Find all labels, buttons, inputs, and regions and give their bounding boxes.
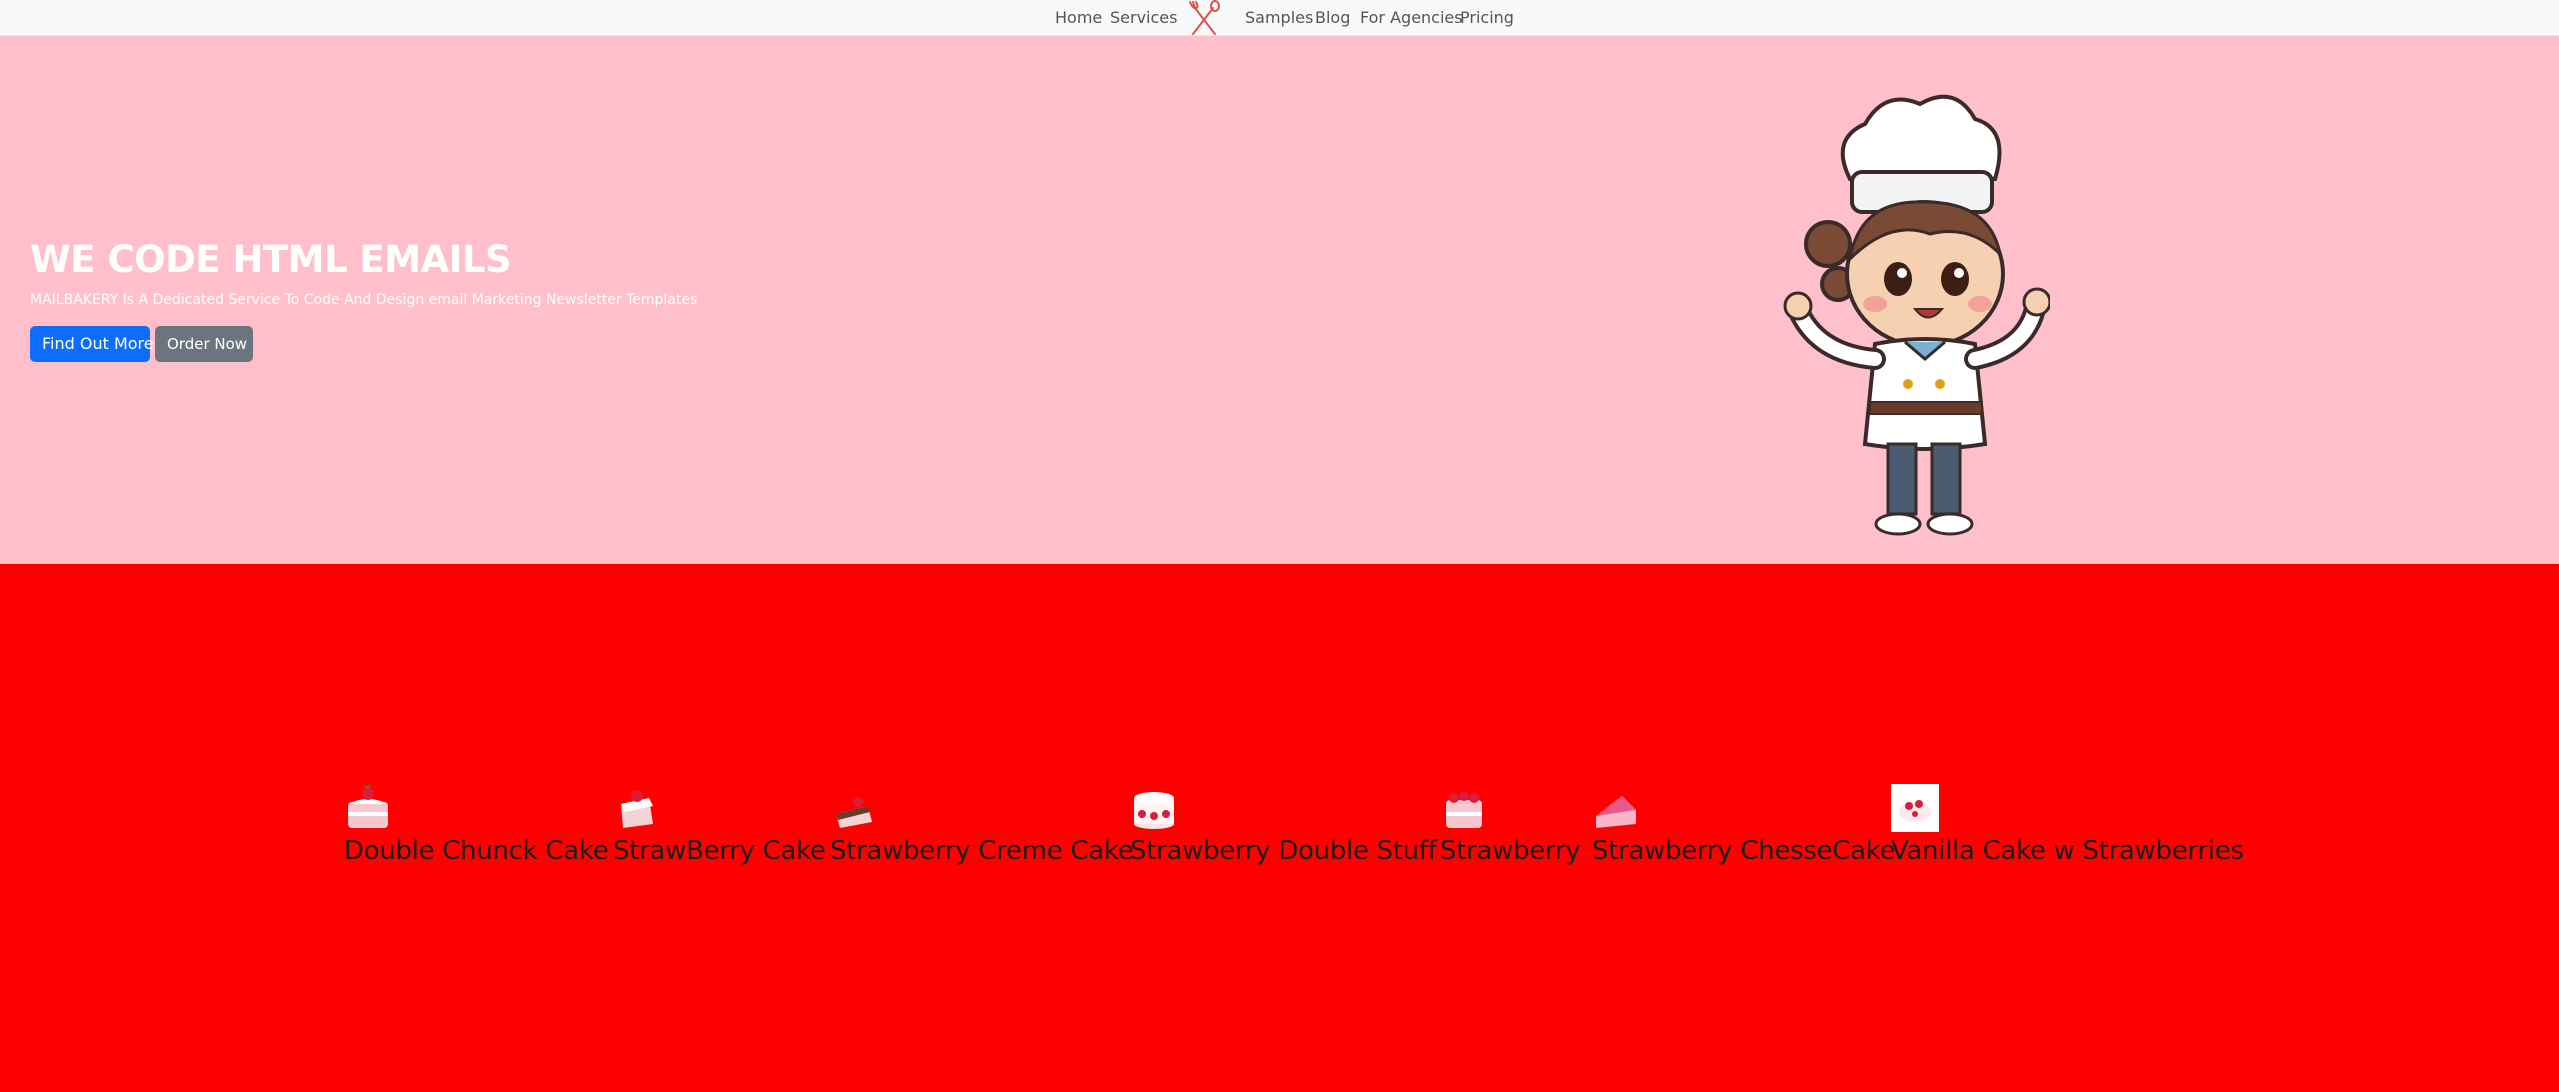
- cake-icon: [1891, 784, 1939, 832]
- cake-name: Strawberry Creme Cake: [830, 836, 1134, 866]
- order-now-button[interactable]: Order Now: [155, 326, 253, 362]
- round-cake-icon: [1134, 792, 1174, 829]
- cake-item[interactable]: Strawberry Double Stuff: [1130, 784, 1437, 866]
- cake-item[interactable]: Vanilla Cake w Strawberries: [1891, 784, 2244, 866]
- cake-item[interactable]: Strawberry Creme Cake: [830, 784, 1134, 866]
- cake-slice-icon: [621, 790, 653, 828]
- nav-blog-link[interactable]: Blog: [1315, 8, 1350, 28]
- nav-samples-link[interactable]: Samples: [1245, 8, 1313, 28]
- cake-name: Strawberry: [1440, 836, 1581, 866]
- cake-item[interactable]: Strawberry ChesseCake: [1592, 784, 1896, 866]
- layer-cake-icon: [348, 784, 388, 828]
- cake-item[interactable]: Strawberry: [1440, 784, 1581, 866]
- cakes-section: Double Chunck Cake StrawBerry Cake Straw…: [0, 564, 2559, 1092]
- hero-section: WE CODE HTML EMAILS MAILBAKERY Is A Dedi…: [0, 36, 2559, 564]
- nav-for-agencies-link[interactable]: For Agencies: [1360, 8, 1463, 28]
- strawberry-cake-icon: [1446, 791, 1482, 828]
- nav-services-link[interactable]: Services: [1110, 8, 1177, 28]
- cake-item[interactable]: Double Chunck Cake: [344, 784, 609, 866]
- crossed-spoon-whisk-icon[interactable]: [1185, 0, 1223, 36]
- hero-subtitle: MAILBAKERY Is A Dedicated Service To Cod…: [30, 292, 698, 308]
- cheesecake-slice-icon: [1596, 796, 1636, 828]
- nav-home-link[interactable]: Home: [1055, 8, 1102, 28]
- nav-pricing-link[interactable]: Pricing: [1460, 8, 1514, 28]
- chef-girl-illustration: [1783, 94, 2050, 536]
- cake-name: Vanilla Cake w Strawberries: [1891, 836, 2244, 866]
- hero-title: WE CODE HTML EMAILS: [30, 238, 512, 281]
- cake-name: StrawBerry Cake: [613, 836, 826, 866]
- cake-slice-icon: [836, 797, 872, 828]
- cake-item[interactable]: StrawBerry Cake: [613, 784, 826, 866]
- cake-name: Double Chunck Cake: [344, 836, 609, 866]
- find-out-more-button[interactable]: Find Out More: [30, 326, 154, 362]
- top-navbar: Home Services Samples Blog For Agencies …: [0, 0, 2559, 36]
- cake-name: Strawberry Double Stuff: [1130, 836, 1437, 866]
- cake-name: Strawberry ChesseCake: [1592, 836, 1896, 866]
